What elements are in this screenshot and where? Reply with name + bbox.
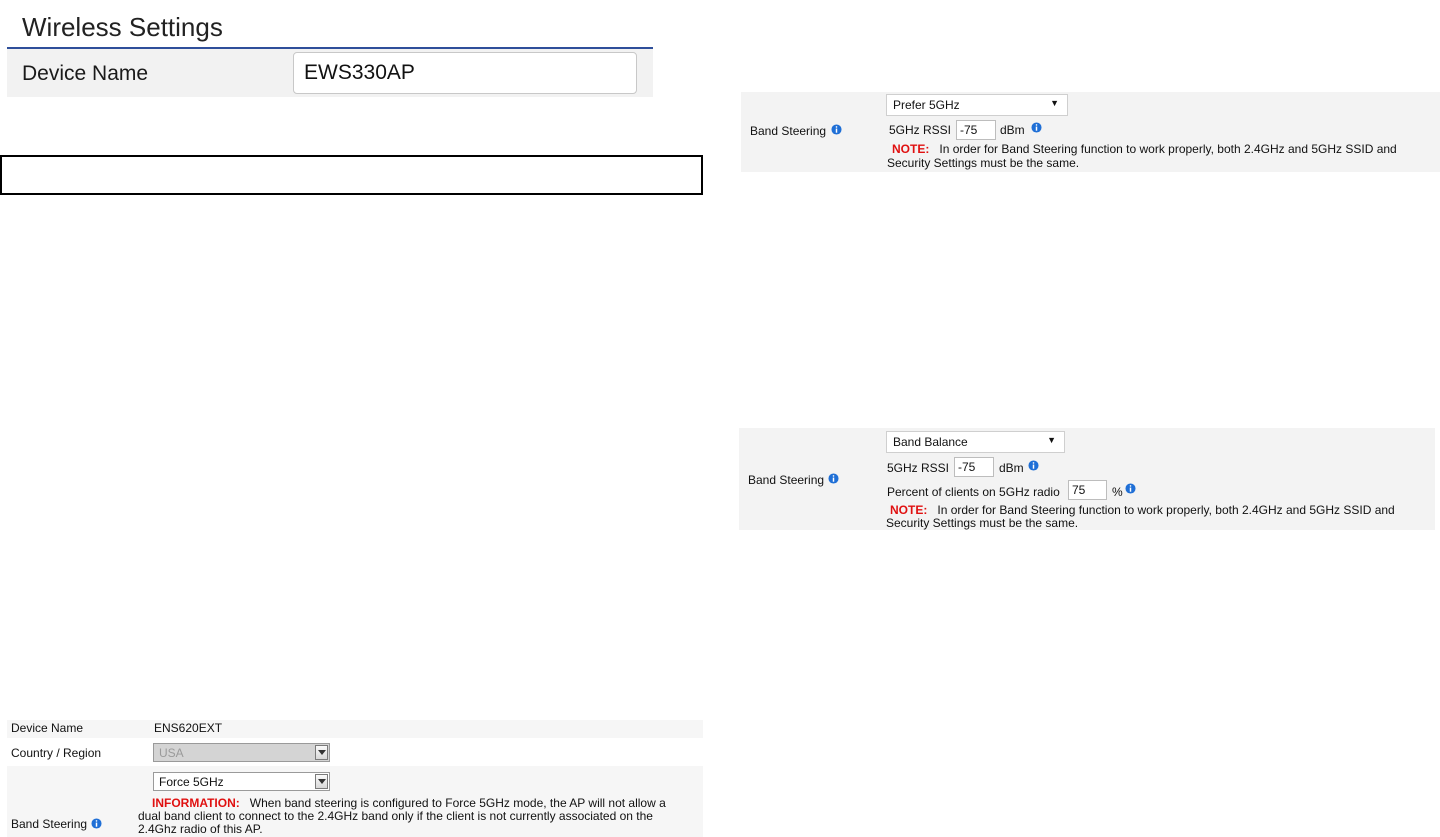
band-steering-label: Band Steering [11,817,88,831]
dropdown-arrow-icon [315,745,328,760]
note-label: NOTE: [892,142,930,156]
band-steering-mode-select[interactable]: Force 5GHz [153,772,330,791]
wireless-settings-title: Wireless Settings [22,12,223,42]
information-text-line3: 2.4Ghz radio of this AP. [138,822,263,836]
rssi-input[interactable] [954,457,994,477]
rssi-input[interactable] [956,120,996,140]
rssi-info-icon[interactable] [1028,460,1039,471]
rssi-info-icon[interactable] [1031,122,1042,133]
band-steering-label: Band Steering [750,124,826,138]
dropdown-arrow-icon [315,774,328,789]
info-icon[interactable] [828,473,839,484]
band-steering-note: NOTE: In order for Band Steering functio… [892,142,1397,156]
band-steering-mode-value: Band Balance [893,435,968,449]
information-label: INFORMATION: [152,796,240,810]
information-text-line1: When band steering is configured to Forc… [249,796,666,810]
band-steering-prefer-panel: Band Steering Prefer 5GHz ▼ 5GHz RSSI dB… [741,92,1440,172]
info-icon[interactable] [831,124,842,135]
band-steering-balance-panel: Band Steering Band Balance ▼ 5GHz RSSI d… [739,428,1435,530]
rssi-label: 5GHz RSSI [887,461,950,475]
device-name-label: Device Name [22,62,149,85]
device-name-value: ENS620EXT [154,721,223,735]
note-text-line2: Security Settings must be the same. [886,516,1079,530]
dropdown-caret-icon: ▼ [1047,435,1056,445]
band-steering-information: INFORMATION: When band steering is confi… [152,796,666,810]
device-name-input[interactable] [293,52,637,94]
percent-clients-input[interactable] [1068,480,1107,500]
rssi-label: 5GHz RSSI [889,123,952,137]
country-region-value: USA [159,746,184,760]
device-name-label: Device Name [11,721,84,735]
note-text-line1: In order for Band Steering function to w… [939,142,1397,156]
band-steering-mode-select[interactable]: Band Balance ▼ [886,431,1065,453]
band-steering-label-text: Band Steering [748,473,825,487]
band-steering-mode-value: Prefer 5GHz [893,98,960,112]
percent-clients-label: Percent of clients on 5GHz radio [887,485,1060,499]
information-text-line2: dual band client to connect to the 2.4GH… [138,809,653,823]
percent-info-icon[interactable] [1125,483,1136,494]
note-text-line1: In order for Band Steering function to w… [937,503,1395,517]
rssi-unit: dBm [999,461,1024,475]
country-region-select[interactable]: USA [153,743,330,762]
band-steering-note: NOTE: In order for Band Steering functio… [890,503,1395,517]
band-steering-label: Band Steering [748,473,824,487]
band-steering-mode-select[interactable]: Prefer 5GHz ▼ [886,94,1068,116]
info-icon[interactable] [91,818,102,829]
device-name-row: Device Name ENS620EXT [7,720,703,738]
percent-unit: % [1112,485,1123,499]
rssi-unit: dBm [1000,123,1025,137]
note-text-line2: Security Settings must be the same. [887,156,1080,170]
country-region-label: Country / Region [11,746,102,760]
band-steering-mode-value: Force 5GHz [159,775,224,789]
band-steering-label-text: Band Steering [750,124,827,138]
note-label: NOTE: [890,503,928,517]
empty-outlined-box [0,155,703,195]
band-steering-row: Band Steering Force 5GHz INFORMATION: Wh… [7,766,703,837]
dropdown-caret-icon: ▼ [1050,98,1059,108]
country-region-row: Country / Region USA [7,738,703,766]
